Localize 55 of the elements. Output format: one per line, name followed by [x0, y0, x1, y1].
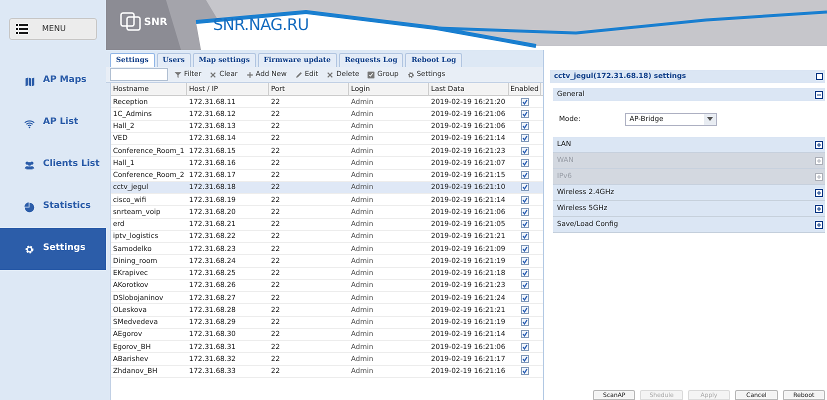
checkbox[interactable]	[521, 158, 529, 167]
logo-icon	[120, 12, 142, 32]
checkbox[interactable]	[521, 306, 529, 314]
checkbox[interactable]	[521, 269, 529, 278]
checkbox[interactable]	[521, 208, 529, 216]
checkbox[interactable]	[521, 122, 529, 130]
pie-chart-icon	[24, 202, 35, 212]
pencil-icon	[294, 70, 303, 78]
nav-item[interactable]: Settings	[0, 228, 106, 270]
wifi-icon	[24, 118, 35, 128]
users-icon	[24, 160, 35, 170]
expand-icon	[815, 140, 823, 148]
maximize-icon[interactable]	[816, 73, 823, 80]
checkbox[interactable]	[521, 98, 529, 106]
checkbox[interactable]	[521, 134, 529, 142]
collapse-icon[interactable]	[815, 90, 823, 98]
site-title: SNR.NAG.RU	[213, 14, 309, 36]
checkbox[interactable]	[521, 367, 529, 376]
search-field[interactable]	[110, 68, 168, 81]
dropdown-icon	[704, 114, 716, 124]
checkbox[interactable]	[521, 330, 529, 338]
checkbox[interactable]	[521, 256, 529, 265]
expand-icon	[815, 188, 823, 196]
filter-icon	[174, 70, 182, 78]
checkbox[interactable]	[521, 110, 529, 118]
nav-item[interactable]: AP Maps	[0, 60, 106, 102]
expand-icon	[815, 172, 823, 180]
checkbox[interactable]	[521, 244, 529, 253]
checkbox[interactable]	[521, 171, 529, 180]
nav-item[interactable]: Statistics	[0, 186, 106, 228]
settings-icon	[24, 244, 35, 254]
checkbox[interactable]	[521, 220, 529, 228]
checkbox[interactable]	[521, 196, 529, 204]
settings-icon	[406, 70, 415, 78]
nav-item[interactable]: AP List	[0, 102, 106, 144]
close-icon	[209, 70, 218, 78]
checkbox[interactable]	[521, 294, 529, 302]
checkbox[interactable]	[521, 318, 529, 326]
checkbox-icon	[367, 70, 376, 78]
map-icon	[24, 76, 35, 86]
checkbox[interactable]	[521, 281, 529, 290]
checkbox[interactable]	[521, 183, 529, 192]
plus-icon	[246, 70, 254, 78]
expand-icon	[815, 156, 823, 164]
menu-icon	[16, 24, 28, 34]
menu-button[interactable]: MENU	[9, 18, 97, 40]
expand-icon	[815, 204, 823, 212]
close-icon	[326, 70, 334, 78]
checkbox[interactable]	[521, 354, 529, 363]
nav-item[interactable]: Clients List	[0, 144, 106, 186]
checkbox[interactable]	[521, 146, 529, 155]
expand-icon	[815, 220, 823, 228]
logo-text: SNR	[144, 16, 168, 30]
checkbox[interactable]	[521, 232, 529, 240]
checkbox[interactable]	[521, 342, 529, 351]
